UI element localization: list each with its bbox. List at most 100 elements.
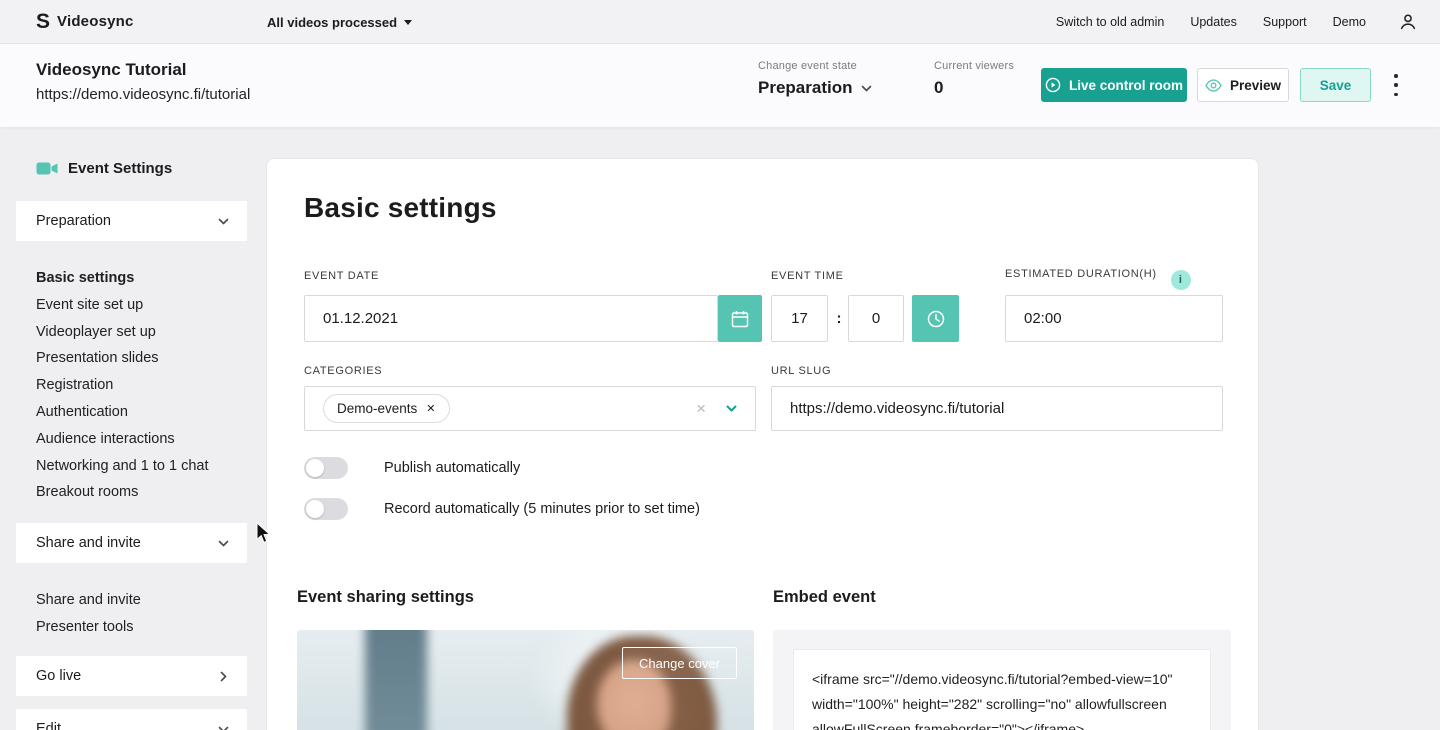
link-switch-old-admin[interactable]: Switch to old admin xyxy=(1056,15,1164,29)
category-chip[interactable]: Demo-events ✕ xyxy=(323,394,450,423)
share-invite-items: Share and invite Presenter tools xyxy=(36,587,141,641)
sidebar-item-share-and-invite[interactable]: Share and invite xyxy=(36,587,141,614)
duration-input[interactable]: 02:00 xyxy=(1005,295,1223,342)
cover-art-pillar xyxy=(365,630,427,730)
accordion-label: Share and invite xyxy=(36,535,141,551)
live-button-label: Live control room xyxy=(1069,78,1183,93)
videos-filter-dropdown[interactable]: All videos processed xyxy=(267,0,412,44)
duration-label-text: ESTIMATED DURATION(H) xyxy=(1005,268,1157,280)
sharing-settings-heading: Event sharing settings xyxy=(297,588,474,607)
mouse-cursor xyxy=(256,522,271,544)
accordion-label: Edit xyxy=(36,721,61,730)
record-toggle-label: Record automatically (5 minutes prior to… xyxy=(384,501,700,517)
event-date-input[interactable]: 01.12.2021 xyxy=(304,295,718,342)
event-time-hours-input[interactable]: 17 xyxy=(771,295,828,342)
publish-toggle-label: Publish automatically xyxy=(384,460,520,476)
videosync-logo-icon: S xyxy=(36,11,50,32)
account-person-icon[interactable] xyxy=(1398,12,1418,32)
event-state-group: Change event state Preparation xyxy=(758,60,872,98)
publish-toggle-row: Publish automatically xyxy=(304,457,520,479)
sidebar-item-audience-interactions[interactable]: Audience interactions xyxy=(36,426,209,453)
sidebar-accordion-go-live[interactable]: Go live xyxy=(16,656,247,696)
publish-toggle[interactable] xyxy=(304,457,348,479)
viewers-label: Current viewers xyxy=(934,60,1014,72)
viewers-count: 0 xyxy=(934,78,1014,98)
state-label: Change event state xyxy=(758,60,872,72)
info-icon[interactable]: i xyxy=(1171,270,1191,290)
preview-button-label: Preview xyxy=(1230,78,1281,93)
play-circle-icon xyxy=(1045,77,1061,93)
record-toggle[interactable] xyxy=(304,498,348,520)
select-clear-icon[interactable]: × xyxy=(696,400,706,417)
clock-icon xyxy=(926,309,946,329)
video-camera-icon xyxy=(36,161,58,176)
calendar-picker-button[interactable] xyxy=(718,295,762,342)
sidebar-item-breakout-rooms[interactable]: Breakout rooms xyxy=(36,479,209,506)
categories-select[interactable]: Demo-events ✕ × xyxy=(304,386,756,431)
change-cover-button[interactable]: Change cover xyxy=(622,647,737,679)
page-title: Basic settings xyxy=(304,192,497,224)
caret-down-icon xyxy=(404,20,412,25)
sidebar-item-authentication[interactable]: Authentication xyxy=(36,399,209,426)
chip-remove-icon[interactable]: ✕ xyxy=(426,402,435,415)
url-slug-input[interactable]: https://demo.videosync.fi/tutorial xyxy=(771,386,1223,431)
sidebar-item-registration[interactable]: Registration xyxy=(36,372,209,399)
accordion-label: Go live xyxy=(36,668,81,684)
content-area: Event Settings Preparation Basic setting… xyxy=(0,127,1440,730)
event-time-label: EVENT TIME xyxy=(771,270,844,282)
event-time-minutes-input[interactable]: 0 xyxy=(848,295,904,342)
state-dropdown[interactable]: Preparation xyxy=(758,78,872,98)
link-demo[interactable]: Demo xyxy=(1333,15,1366,29)
chevron-down-icon xyxy=(218,724,229,730)
live-control-room-button[interactable]: Live control room xyxy=(1041,68,1187,102)
chevron-down-icon xyxy=(218,216,229,227)
url-slug-label: URL SLUG xyxy=(771,365,831,377)
preparation-items: Basic settings Event site set up Videopl… xyxy=(36,265,209,506)
event-title: Videosync Tutorial xyxy=(36,60,187,80)
state-value: Preparation xyxy=(758,78,852,98)
save-button[interactable]: Save xyxy=(1300,68,1371,102)
chevron-down-icon xyxy=(218,538,229,549)
event-url[interactable]: https://demo.videosync.fi/tutorial xyxy=(36,86,250,103)
event-header: Videosync Tutorial https://demo.videosyn… xyxy=(0,44,1440,127)
categories-label: CATEGORIES xyxy=(304,365,382,377)
duration-label: ESTIMATED DURATION(H) i xyxy=(1005,268,1191,290)
sidebar-title: Event Settings xyxy=(36,160,172,177)
sidebar-item-networking-chat[interactable]: Networking and 1 to 1 chat xyxy=(36,453,209,480)
link-support[interactable]: Support xyxy=(1263,15,1307,29)
time-separator: : xyxy=(833,295,845,342)
event-date-label: EVENT DATE xyxy=(304,270,379,282)
time-picker-button[interactable] xyxy=(912,295,959,342)
topbar-links: Switch to old admin Updates Support Demo xyxy=(1056,0,1418,44)
videos-filter-label: All videos processed xyxy=(267,15,397,30)
category-chip-label: Demo-events xyxy=(337,401,417,416)
basic-settings-panel: Basic settings EVENT DATE 01.12.2021 EVE… xyxy=(266,158,1259,730)
sidebar-item-basic-settings[interactable]: Basic settings xyxy=(36,265,209,292)
preview-button[interactable]: Preview xyxy=(1197,68,1289,102)
eye-icon xyxy=(1205,79,1222,92)
save-button-label: Save xyxy=(1320,78,1352,93)
sidebar-accordion-preparation[interactable]: Preparation xyxy=(16,201,247,241)
topbar: S Videosync All videos processed Switch … xyxy=(0,0,1440,44)
select-chevron-down-icon[interactable] xyxy=(726,403,737,414)
chevron-right-icon xyxy=(218,671,229,682)
link-updates[interactable]: Updates xyxy=(1190,15,1237,29)
event-cover-image: Change cover xyxy=(297,630,754,730)
sidebar-item-presentation-slides[interactable]: Presentation slides xyxy=(36,345,209,372)
sidebar-item-videoplayer-setup[interactable]: Videoplayer set up xyxy=(36,319,209,346)
chevron-down-icon xyxy=(861,83,872,94)
current-viewers-group: Current viewers 0 xyxy=(934,60,1014,98)
embed-panel: <iframe src="//demo.videosync.fi/tutoria… xyxy=(773,630,1231,730)
sidebar-accordion-edit[interactable]: Edit xyxy=(16,709,247,730)
embed-event-heading: Embed event xyxy=(773,588,876,607)
sidebar-item-presenter-tools[interactable]: Presenter tools xyxy=(36,614,141,641)
embed-code[interactable]: <iframe src="//demo.videosync.fi/tutoria… xyxy=(793,649,1211,730)
sidebar-item-event-site-setup[interactable]: Event site set up xyxy=(36,292,209,319)
sidebar-title-label: Event Settings xyxy=(68,160,172,177)
brand[interactable]: S Videosync xyxy=(36,11,134,32)
brand-name: Videosync xyxy=(57,13,134,30)
record-toggle-row: Record automatically (5 minutes prior to… xyxy=(304,498,700,520)
more-options-kebab-icon[interactable] xyxy=(1389,74,1403,96)
sidebar-accordion-share-invite[interactable]: Share and invite xyxy=(16,523,247,563)
calendar-icon xyxy=(730,309,750,329)
